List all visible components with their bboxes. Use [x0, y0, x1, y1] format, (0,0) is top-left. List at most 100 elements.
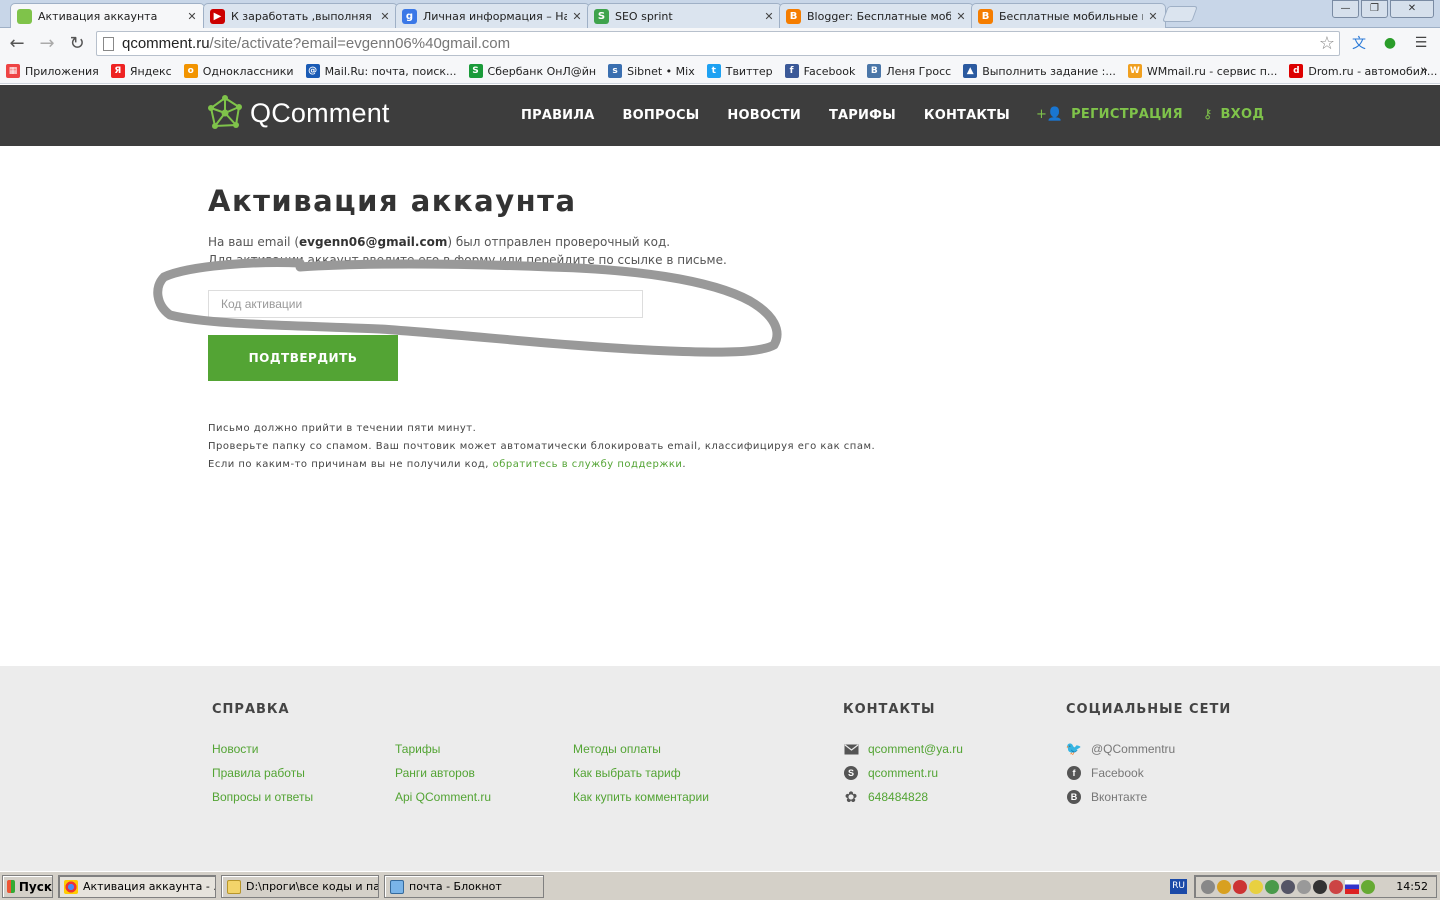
bookmark-item[interactable]: S Сбербанк ОнЛ@йн [468, 64, 596, 78]
nav-tariffs[interactable]: ТАРИФЫ [829, 108, 896, 123]
bookmark-item[interactable]: d Drom.ru - автомобил... [1289, 64, 1437, 78]
address-bar[interactable]: qcomment.ru/site/activate?email=evgenn06… [96, 31, 1340, 56]
new-tab-button[interactable] [1162, 6, 1198, 22]
social-facebook[interactable]: f Facebook [1066, 765, 1144, 781]
login-link[interactable]: ВХОД [1220, 107, 1264, 122]
screen: Активация аккаунта ✕ ▶ К заработать ,вып… [0, 0, 1440, 900]
tab-seosprint[interactable]: S SEO sprint ✕ [587, 3, 782, 28]
tab-title: К заработать ,выполняя за [231, 9, 375, 23]
sberbank-icon: S [468, 64, 483, 78]
tab-close-icon[interactable]: ✕ [186, 10, 198, 23]
tab-close-icon[interactable]: ✕ [571, 10, 583, 23]
confirm-button[interactable]: ПОДТВЕРДИТЬ [208, 335, 398, 381]
bookmark-star-icon[interactable]: ☆ [1319, 33, 1335, 54]
nav-contacts[interactable]: КОНТАКТЫ [924, 108, 1010, 123]
system-tray: 14:52 [1194, 875, 1437, 898]
bookmark-item[interactable]: f Facebook [784, 64, 855, 78]
contact-icq[interactable]: ✿ 648484828 [843, 789, 928, 806]
tray-bell-icon[interactable] [1201, 879, 1215, 894]
bookmark-item[interactable]: B Леня Гросс [867, 64, 951, 78]
bookmark-item[interactable]: Я Яндекс [110, 64, 172, 78]
tab-close-icon[interactable]: ✕ [955, 10, 967, 23]
footer-link[interactable]: Вопросы и ответы [212, 790, 313, 804]
register-link[interactable]: РЕГИСТРАЦИЯ [1071, 107, 1183, 122]
logo-network-icon [208, 95, 242, 129]
tab-close-icon[interactable]: ✕ [763, 10, 775, 23]
footer-link[interactable]: Тарифы [395, 742, 440, 756]
contact-email[interactable]: qcomment@ya.ru [843, 741, 963, 757]
support-link[interactable]: обратитесь в службу поддержки [493, 459, 683, 470]
footer-link[interactable]: Правила работы [212, 766, 305, 780]
tray-nvidia-icon[interactable] [1361, 879, 1375, 894]
reload-icon[interactable]: ↻ [64, 31, 90, 57]
task-chrome[interactable]: Активация аккаунта - ... [58, 875, 216, 898]
tray-sound-icon[interactable] [1329, 879, 1343, 894]
bookmark-item[interactable]: W WMmail.ru - сервис п... [1127, 64, 1277, 78]
nav-news[interactable]: НОВОСТИ [727, 108, 801, 123]
nav-rules[interactable]: ПРАВИЛА [521, 108, 595, 123]
footer-link[interactable]: Ранги авторов [395, 766, 475, 780]
tab-google[interactable]: g Личная информация – Наст ✕ [395, 3, 590, 28]
close-window-icon[interactable]: ✕ [1390, 0, 1434, 18]
restore-icon[interactable]: ❐ [1361, 0, 1388, 18]
nav-questions[interactable]: ВОПРОСЫ [623, 108, 700, 123]
task-notepad[interactable]: почта - Блокнот [384, 875, 544, 898]
facebook-icon: f [784, 64, 799, 78]
activation-code-input[interactable] [208, 290, 643, 318]
footer-link[interactable]: Api QComment.ru [395, 790, 491, 804]
tray-app-icon[interactable] [1217, 879, 1231, 894]
tab-blogger-1[interactable]: B Blogger: Бесплатные мобил ✕ [779, 3, 974, 28]
tab-activation[interactable]: Активация аккаунта ✕ [10, 3, 205, 29]
tray-volume-icon[interactable] [1313, 879, 1327, 894]
tab-close-icon[interactable]: ✕ [379, 10, 391, 23]
back-arrow-icon[interactable]: ← [4, 31, 30, 57]
tray-network-icon[interactable] [1265, 879, 1279, 894]
minimize-icon[interactable]: — [1332, 0, 1359, 18]
menu-icon[interactable]: ☰ [1408, 32, 1434, 54]
social-vkontakte[interactable]: B Вконтакте [1066, 789, 1147, 805]
tray-russia-flag-icon[interactable] [1345, 879, 1359, 894]
bookmark-item[interactable]: @ Mail.Ru: почта, поиск... [305, 64, 457, 78]
youtube-favicon-icon: ▶ [210, 8, 225, 24]
task-folder[interactable]: D:\проги\все коды и па... [221, 875, 379, 898]
bookmark-item[interactable]: ▲ Выполнить задание :... [963, 64, 1116, 78]
url-text: qcomment.ru/site/activate?email=evgenn06… [122, 35, 511, 52]
twitter-icon: 🐦 [1065, 741, 1083, 756]
bookmarks-overflow-icon[interactable]: » [1420, 63, 1428, 78]
qcomment-favicon-icon [17, 9, 32, 24]
footer-link[interactable]: Методы оплаты [573, 742, 661, 756]
tray-antivirus-icon[interactable] [1233, 879, 1247, 894]
footer-link[interactable]: Как купить комментарии [573, 790, 709, 804]
browser-tab-strip: Активация аккаунта ✕ ▶ К заработать ,вып… [0, 0, 1440, 29]
contact-skype[interactable]: S qcomment.ru [843, 765, 938, 781]
logo[interactable]: QComment [207, 95, 390, 131]
bookmark-item[interactable]: ▦ Приложения [6, 64, 99, 78]
bookmark-item[interactable]: t Твиттер [706, 64, 773, 78]
seosprint-favicon-icon: S [594, 8, 609, 24]
twitter-icon: t [706, 64, 721, 78]
footer-link[interactable]: Как выбрать тариф [573, 766, 681, 780]
wmmail-icon: W [1127, 64, 1142, 78]
bookmark-item[interactable]: о Одноклассники [183, 64, 294, 78]
translate-icon[interactable]: 文 [1346, 32, 1372, 54]
bookmark-item[interactable]: s Sibnet • Mix [608, 64, 695, 78]
tray-mail-icon[interactable] [1297, 879, 1311, 894]
footer-link[interactable]: Новости [212, 742, 258, 756]
vkontakte-icon: B [1066, 789, 1082, 805]
task-icon: ▲ [963, 64, 978, 78]
toolbar-extensions: 文 ● ☰ [1341, 32, 1434, 54]
tab-close-icon[interactable]: ✕ [1147, 10, 1159, 23]
tray-sun-icon[interactable] [1249, 879, 1263, 894]
language-indicator[interactable]: RU [1170, 879, 1187, 894]
social-twitter[interactable]: 🐦 @QCommentru [1066, 741, 1175, 757]
tab-blogger-2[interactable]: B Бесплатные мобильные при ✕ [971, 3, 1166, 28]
forward-arrow-icon[interactable]: → [34, 31, 60, 57]
tab-youtube[interactable]: ▶ К заработать ,выполняя за ✕ [203, 3, 398, 28]
tab-title: Blogger: Бесплатные мобил [807, 9, 951, 23]
start-button[interactable]: Пуск [2, 875, 53, 898]
clock: 14:52 [1396, 880, 1428, 893]
tray-display-icon[interactable] [1281, 879, 1295, 894]
globe-icon[interactable]: ● [1377, 32, 1403, 54]
footer: СПРАВКА Новости Правила работы Вопросы и… [0, 666, 1440, 871]
bookmarks-bar: ▦ Приложения Я Яндекс о Одноклассники @ Mail.Ru… [0, 59, 1440, 84]
